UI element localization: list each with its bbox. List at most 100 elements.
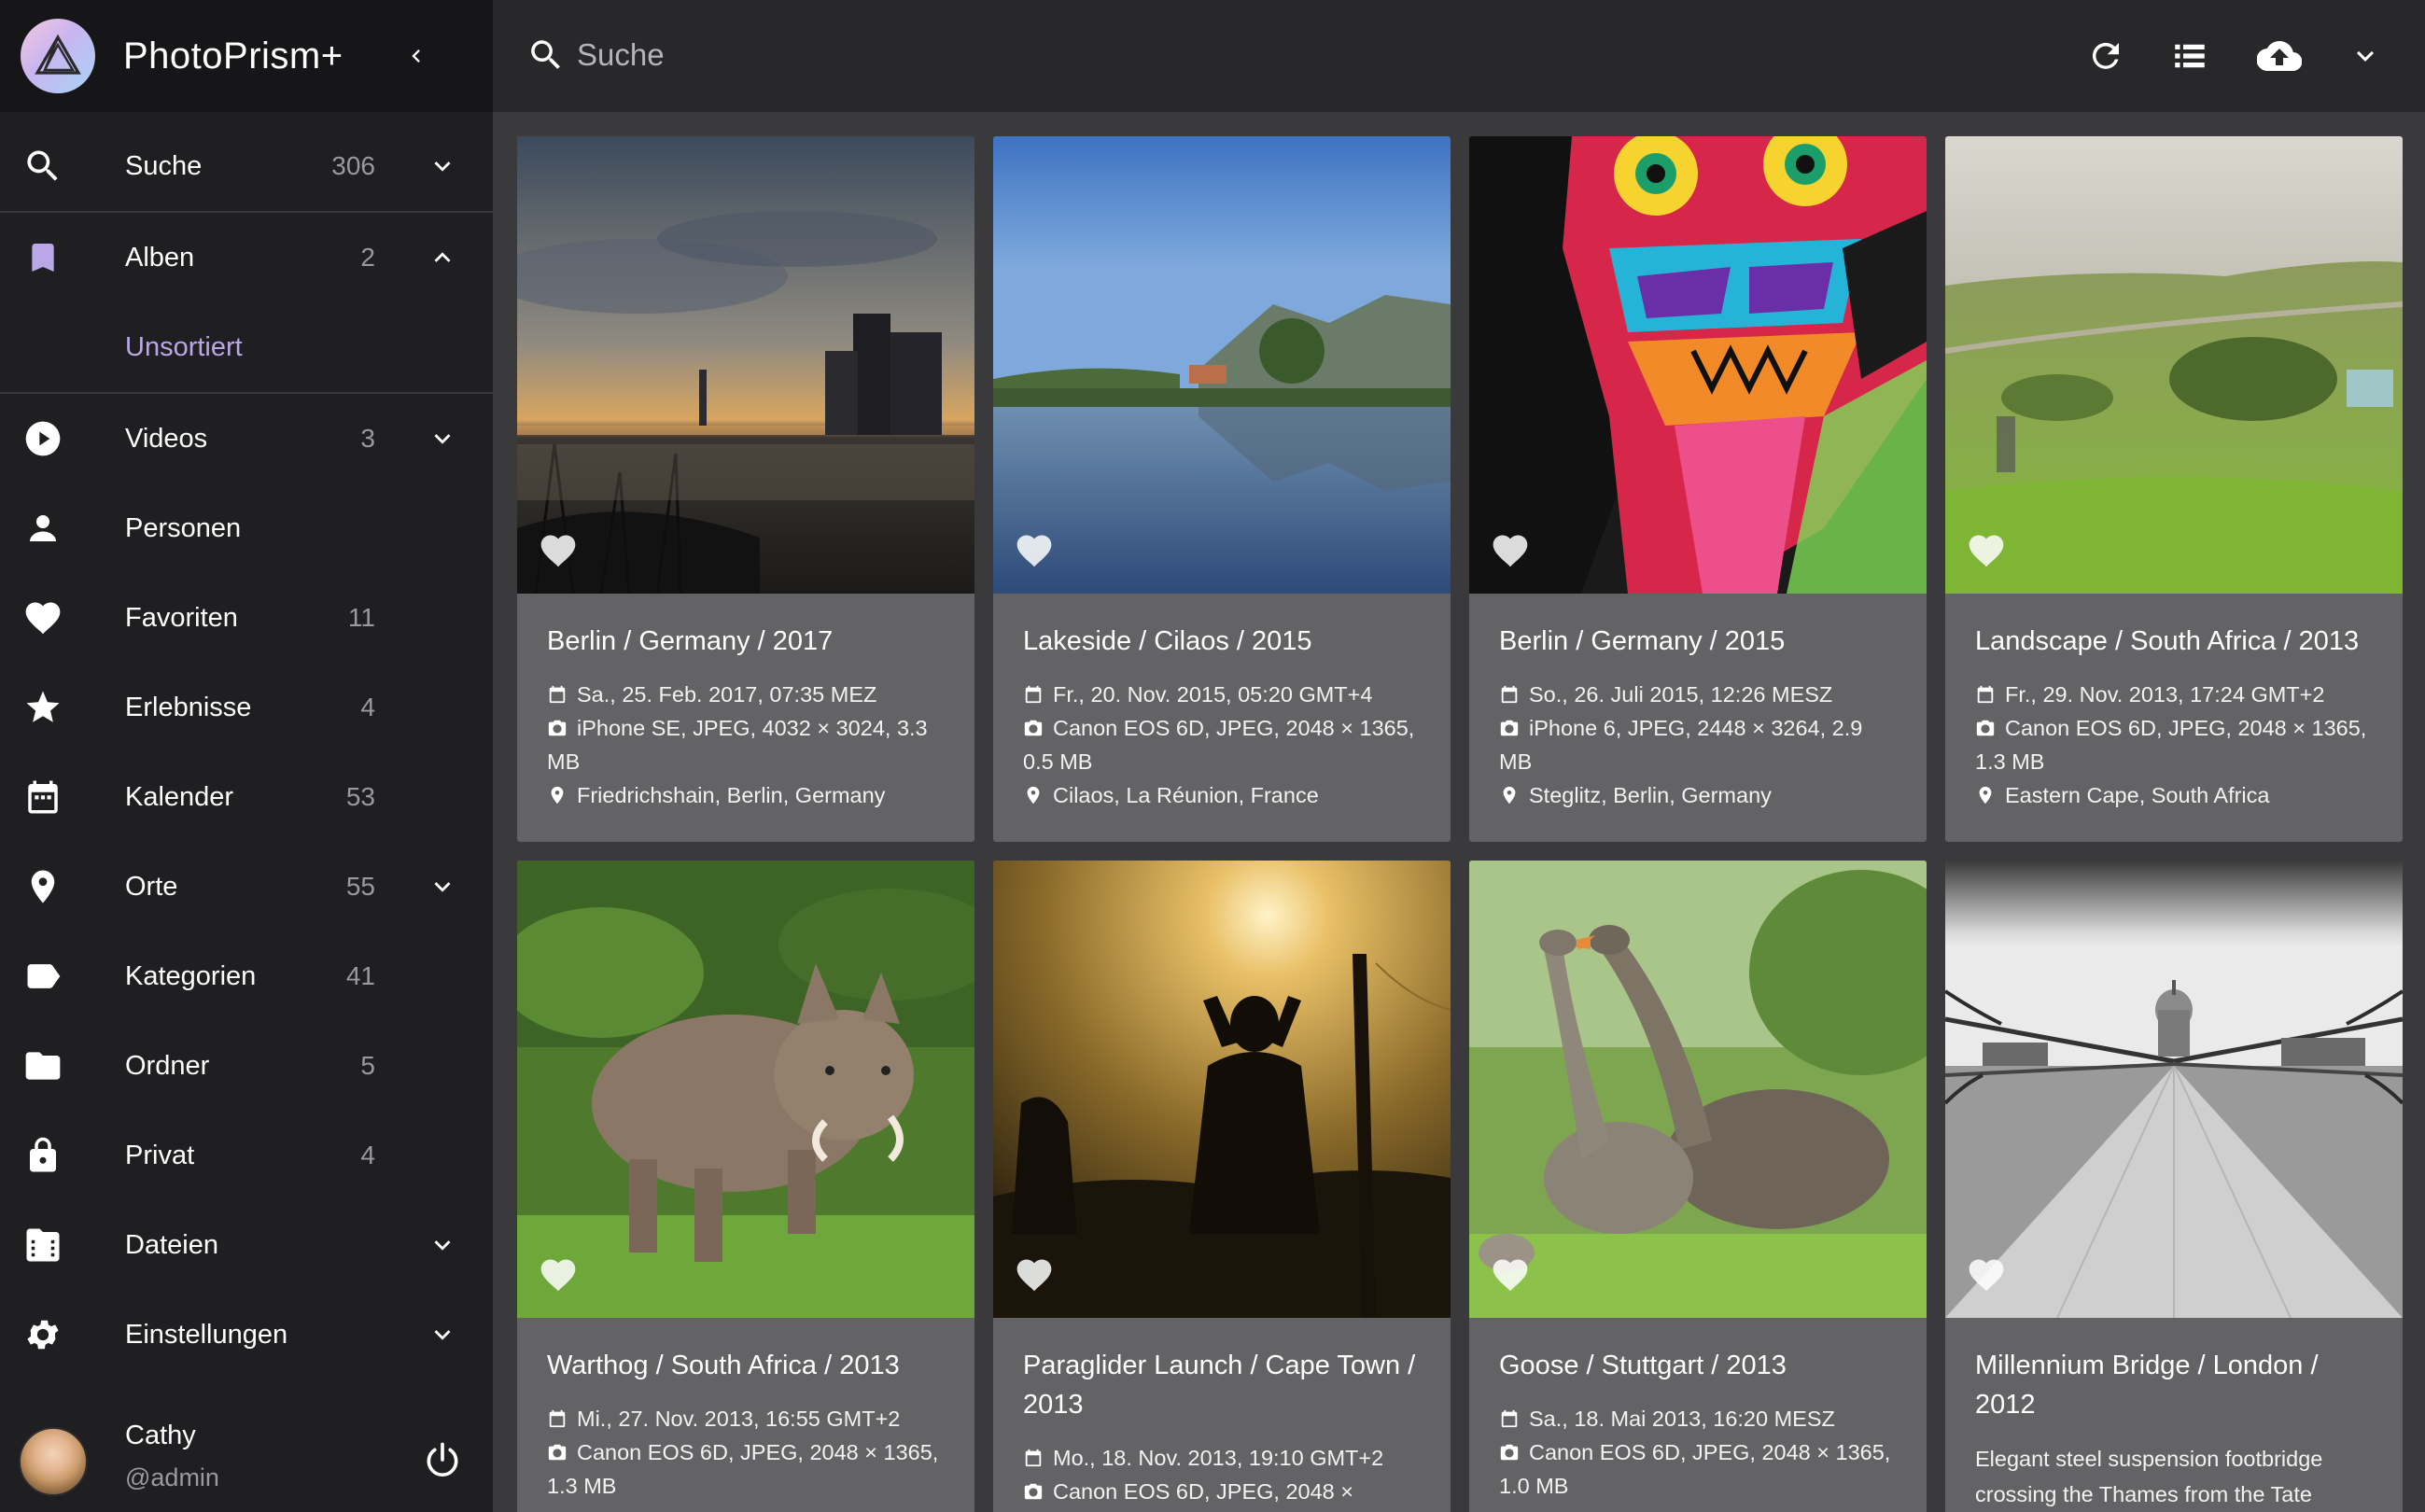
app-logo[interactable] xyxy=(21,19,95,93)
sidebar-item-private[interactable]: Privat 4 xyxy=(0,1111,493,1200)
camera-icon xyxy=(548,1444,567,1461)
chevron-up-icon[interactable] xyxy=(424,239,461,276)
favorite-heart-icon[interactable] xyxy=(538,1254,579,1295)
sidebar-item-files[interactable]: Dateien xyxy=(0,1200,493,1290)
photo-card[interactable]: Lakeside / Cilaos / 2015 Fr., 20. Nov. 2… xyxy=(993,136,1451,842)
photo-title[interactable]: Lakeside / Cilaos / 2015 xyxy=(1023,622,1423,661)
photo-title[interactable]: Warthog / South Africa / 2013 xyxy=(547,1346,946,1385)
camera-icon xyxy=(1500,720,1519,736)
chevron-down-icon[interactable] xyxy=(424,1316,461,1353)
reload-button[interactable] xyxy=(2083,34,2128,78)
photo-card[interactable]: Berlin / Germany / 2015 So., 26. Juli 20… xyxy=(1469,136,1927,842)
collapse-sidebar-button[interactable] xyxy=(398,37,435,75)
favorite-heart-icon[interactable] xyxy=(1014,530,1055,571)
photo-date: Mo., 18. Nov. 2013, 19:10 GMT+2 xyxy=(1053,1446,1384,1470)
upload-button[interactable] xyxy=(2257,34,2302,78)
sidebar-item-moments[interactable]: Erlebnisse 4 xyxy=(0,663,493,752)
photo-thumbnail[interactable] xyxy=(1945,136,2403,594)
sidebar-item-label: Privat xyxy=(125,1140,195,1170)
user-panel[interactable]: Cathy @admin xyxy=(0,1411,493,1512)
photo-location[interactable]: Cilaos, La Réunion, France xyxy=(1053,783,1319,807)
gear-icon xyxy=(21,1312,65,1357)
more-options-button[interactable] xyxy=(2343,34,2388,78)
sidebar-item-people[interactable]: Personen xyxy=(0,483,493,573)
photo-title[interactable]: Paraglider Launch / Cape Town / 2013 xyxy=(1023,1346,1423,1424)
sidebar-item-label: Dateien xyxy=(125,1229,218,1260)
heart-icon xyxy=(21,595,65,640)
sidebar-item-albums[interactable]: Alben 2 xyxy=(0,213,493,302)
favorite-heart-icon[interactable] xyxy=(1490,530,1531,571)
photo-card[interactable]: Landscape / South Africa / 2013 Fr., 29.… xyxy=(1945,136,2403,842)
sidebar-item-count: 2 xyxy=(360,243,375,272)
photo-thumbnail[interactable] xyxy=(1945,861,2403,1318)
photo-title[interactable]: Berlin / Germany / 2015 xyxy=(1499,622,1899,661)
photo-camera: iPhone 6, JPEG, 2448 × 3264, 2.9 MB xyxy=(1499,716,1863,774)
star-icon xyxy=(21,685,65,730)
calendar-icon xyxy=(549,1409,566,1428)
camera-icon xyxy=(1024,720,1043,736)
avatar[interactable] xyxy=(19,1427,88,1496)
sidebar-item-label: Suche xyxy=(125,150,203,181)
photo-title[interactable]: Landscape / South Africa / 2013 xyxy=(1975,622,2375,661)
photo-title[interactable]: Berlin / Germany / 2017 xyxy=(547,622,946,661)
map-pin-icon xyxy=(1503,786,1516,805)
sidebar-item-videos[interactable]: Videos 3 xyxy=(0,394,493,483)
chevron-down-icon[interactable] xyxy=(424,147,461,185)
favorite-heart-icon[interactable] xyxy=(1014,1254,1055,1295)
favorite-heart-icon[interactable] xyxy=(1966,530,2007,571)
sidebar-item-labels[interactable]: Kategorien 41 xyxy=(0,931,493,1021)
photo-title[interactable]: Goose / Stuttgart / 2013 xyxy=(1499,1346,1899,1385)
logout-button[interactable] xyxy=(422,1439,463,1480)
photo-thumbnail[interactable] xyxy=(1469,861,1927,1318)
calendar-icon xyxy=(549,685,566,704)
photo-card[interactable]: Paraglider Launch / Cape Town / 2013 Mo.… xyxy=(993,861,1451,1512)
sidebar-item-label: Favoriten xyxy=(125,602,238,633)
sidebar-item-favorites[interactable]: Favoriten 11 xyxy=(0,573,493,663)
chevron-down-icon[interactable] xyxy=(424,420,461,457)
photo-card[interactable]: Berlin / Germany / 2017 Sa., 25. Feb. 20… xyxy=(517,136,974,842)
favorite-heart-icon[interactable] xyxy=(1966,1254,2007,1295)
sidebar-item-count: 55 xyxy=(345,872,375,901)
sidebar-item-label: Einstellungen xyxy=(125,1319,288,1350)
list-view-button[interactable] xyxy=(2167,34,2212,78)
favorite-heart-icon[interactable] xyxy=(538,530,579,571)
sidebar-item-label: Personen xyxy=(125,512,242,543)
search-input[interactable] xyxy=(577,32,1417,78)
photo-thumbnail[interactable] xyxy=(1469,136,1927,594)
sidebar-item-settings[interactable]: Einstellungen xyxy=(0,1290,493,1379)
photo-date: Mi., 27. Nov. 2013, 16:55 GMT+2 xyxy=(577,1407,901,1431)
photo-thumbnail[interactable] xyxy=(993,861,1451,1318)
map-pin-icon xyxy=(21,864,65,909)
photo-thumbnail[interactable] xyxy=(993,136,1451,594)
photo-card[interactable]: Warthog / South Africa / 2013 Mi., 27. N… xyxy=(517,861,974,1512)
sidebar-item-label: Kalender xyxy=(125,781,234,812)
user-role: @admin xyxy=(125,1463,219,1491)
map-pin-icon xyxy=(1027,786,1040,805)
lock-icon xyxy=(21,1133,65,1178)
photo-location[interactable]: Eastern Cape, South Africa xyxy=(2005,783,2269,807)
app-title: PhotoPrism+ xyxy=(123,35,343,77)
photo-date: Fr., 29. Nov. 2013, 17:24 GMT+2 xyxy=(2005,682,2325,707)
sidebar-item-count: 3 xyxy=(360,424,375,453)
chevron-down-icon[interactable] xyxy=(424,1226,461,1264)
calendar-icon xyxy=(1025,685,1042,704)
photo-thumbnail[interactable] xyxy=(517,861,974,1318)
photo-camera: Canon EOS 6D, JPEG, 2048 × 1365, 1.3 MB xyxy=(547,1440,939,1498)
sidebar-item-places[interactable]: Orte 55 xyxy=(0,842,493,931)
sidebar-subitem-unsorted[interactable]: Unsortiert xyxy=(0,302,493,392)
favorite-heart-icon[interactable] xyxy=(1490,1254,1531,1295)
sidebar-item-search[interactable]: Suche 306 xyxy=(0,121,493,211)
brand-bar: PhotoPrism+ xyxy=(0,0,493,112)
photo-location[interactable]: Steglitz, Berlin, Germany xyxy=(1529,783,1772,807)
photo-title[interactable]: Millennium Bridge / London / 2012 xyxy=(1975,1346,2375,1424)
photo-thumbnail[interactable] xyxy=(517,136,974,594)
photo-location[interactable]: Friedrichshain, Berlin, Germany xyxy=(577,783,885,807)
photo-card[interactable]: Millennium Bridge / London / 2012 Elegan… xyxy=(1945,861,2403,1512)
sidebar-item-calendar[interactable]: Kalender 53 xyxy=(0,752,493,842)
files-icon xyxy=(21,1223,65,1267)
calendar-icon xyxy=(21,775,65,819)
sidebar-item-folders[interactable]: Ordner 5 xyxy=(0,1021,493,1111)
chevron-down-icon[interactable] xyxy=(424,868,461,905)
photo-date: Sa., 18. Mai 2013, 16:20 MESZ xyxy=(1529,1407,1835,1431)
photo-card[interactable]: Goose / Stuttgart / 2013 Sa., 18. Mai 20… xyxy=(1469,861,1927,1512)
